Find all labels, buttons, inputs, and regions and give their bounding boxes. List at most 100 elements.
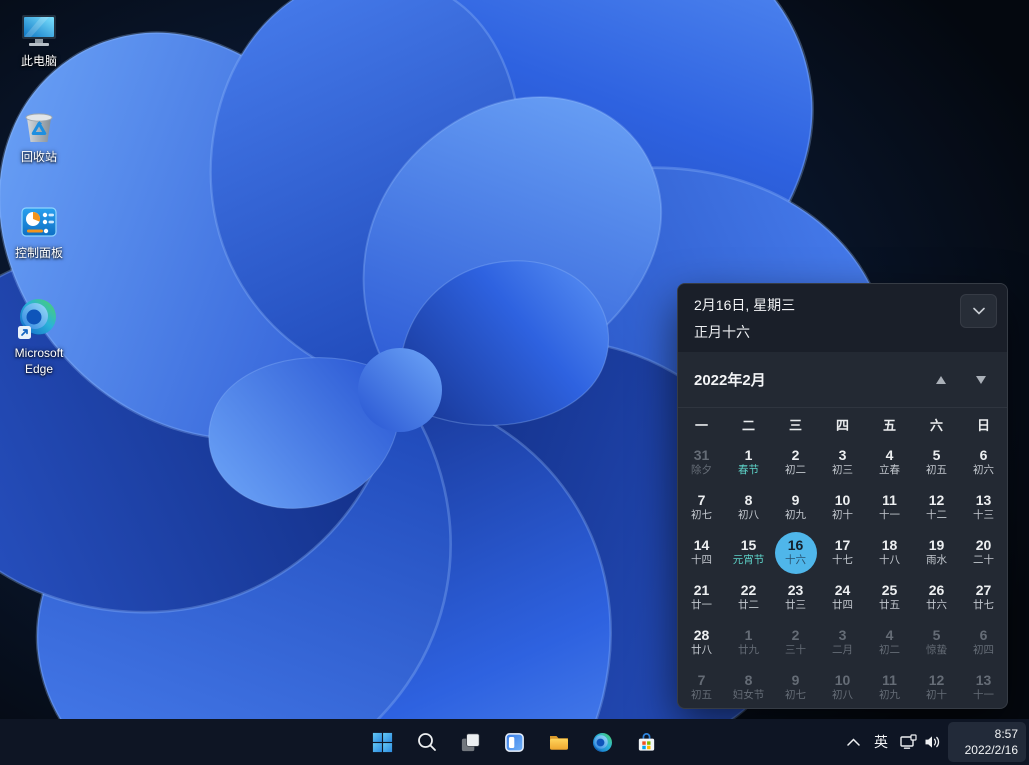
desktop-icon-this-pc[interactable]: 此电脑 — [1, 10, 77, 70]
calendar-next-month-button[interactable] — [961, 363, 1001, 397]
calendar-day-cell[interactable]: 24廿四 — [819, 575, 866, 620]
calendar-day-cell[interactable]: 10初八 — [819, 665, 866, 709]
calendar-day-cell[interactable]: 11十一 — [866, 485, 913, 530]
day-lunar-label: 初六 — [973, 464, 994, 477]
desktop-icon-control-panel[interactable]: 控制面板 — [1, 202, 77, 262]
start-button[interactable] — [363, 722, 403, 762]
triangle-down-icon — [976, 376, 986, 384]
calendar-day-cell[interactable]: 21廿一 — [678, 575, 725, 620]
day-number: 25 — [882, 583, 898, 598]
calendar-month-title: 2022年2月 — [694, 369, 921, 390]
clock-button[interactable]: 8:57 2022/2/16 — [948, 722, 1026, 762]
day-number: 5 — [933, 448, 941, 463]
calendar-day-cell[interactable]: 5惊蛰 — [913, 620, 960, 665]
calendar-day-cell[interactable]: 1春节 — [725, 440, 772, 485]
calendar-day-cell[interactable]: 12十二 — [913, 485, 960, 530]
edge-button[interactable] — [583, 722, 623, 762]
calendar-day-cell[interactable]: 23廿三 — [772, 575, 819, 620]
day-lunar-label: 三十 — [785, 644, 806, 657]
calendar-day-cell[interactable]: 27廿七 — [960, 575, 1007, 620]
calendar-day-cell[interactable]: 3二月 — [819, 620, 866, 665]
desktop-icon-microsoft-edge[interactable]: Microsoft Edge — [1, 296, 77, 377]
day-lunar-label: 初五 — [691, 689, 712, 702]
triangle-up-icon — [936, 376, 946, 384]
day-lunar-label: 初十 — [832, 509, 853, 522]
calendar-day-cell[interactable]: 6初六 — [960, 440, 1007, 485]
folder-icon — [547, 730, 571, 754]
day-lunar-label: 初九 — [879, 689, 900, 702]
day-lunar-label: 春节 — [738, 464, 759, 477]
calendar-month-nav: 2022年2月 — [678, 352, 1007, 407]
calendar-day-cell[interactable]: 8初八 — [725, 485, 772, 530]
calendar-day-cell[interactable]: 10初十 — [819, 485, 866, 530]
calendar-day-cell[interactable]: 7初五 — [678, 665, 725, 709]
calendar-day-cell[interactable]: 7初七 — [678, 485, 725, 530]
search-button[interactable] — [407, 722, 447, 762]
calendar-day-cell[interactable]: 6初四 — [960, 620, 1007, 665]
calendar-day-cell[interactable]: 17十七 — [819, 530, 866, 575]
calendar-weekday-header: 一二三四五六日 — [678, 408, 1007, 440]
calendar-day-cell[interactable]: 19雨水 — [913, 530, 960, 575]
day-number: 16 — [788, 538, 804, 553]
widgets-button[interactable] — [495, 722, 535, 762]
file-explorer-button[interactable] — [539, 722, 579, 762]
calendar-day-cell[interactable]: 13十一 — [960, 665, 1007, 709]
calendar-day-cell[interactable]: 2三十 — [772, 620, 819, 665]
taskbar: 英 8:57 2022/2/16 — [0, 719, 1029, 765]
day-number: 3 — [839, 628, 847, 643]
calendar-day-cell[interactable]: 22廿二 — [725, 575, 772, 620]
calendar-day-cell[interactable]: 4立春 — [866, 440, 913, 485]
calendar-day-cell[interactable]: 14十四 — [678, 530, 725, 575]
day-number: 13 — [976, 673, 992, 688]
calendar-day-cell[interactable]: 25廿五 — [866, 575, 913, 620]
day-number: 13 — [976, 493, 992, 508]
calendar-collapse-button[interactable] — [960, 294, 997, 328]
system-tray: 英 8:57 2022/2/16 — [839, 722, 1026, 762]
calendar-day-cell[interactable]: 12初十 — [913, 665, 960, 709]
calendar-day-cell[interactable]: 20二十 — [960, 530, 1007, 575]
recycle-bin-icon — [19, 106, 59, 146]
day-number: 28 — [694, 628, 710, 643]
day-number: 2 — [792, 628, 800, 643]
day-lunar-label: 妇女节 — [733, 689, 765, 702]
day-lunar-label: 十一 — [879, 509, 900, 522]
calendar-day-cell[interactable]: 9初九 — [772, 485, 819, 530]
calendar-day-cell[interactable]: 26廿六 — [913, 575, 960, 620]
calendar-day-cell[interactable]: 3初三 — [819, 440, 866, 485]
calendar-day-cell[interactable]: 8妇女节 — [725, 665, 772, 709]
calendar-day-cell[interactable]: 5初五 — [913, 440, 960, 485]
calendar-day-cell[interactable]: 11初九 — [866, 665, 913, 709]
day-number: 22 — [741, 583, 757, 598]
calendar-day-cell[interactable]: 28廿八 — [678, 620, 725, 665]
calendar-day-cell[interactable]: 15元宵节 — [725, 530, 772, 575]
calendar-day-cell[interactable]: 1廿九 — [725, 620, 772, 665]
day-lunar-label: 十八 — [879, 554, 900, 567]
calendar-day-cell[interactable]: 9初七 — [772, 665, 819, 709]
day-lunar-label: 初二 — [879, 644, 900, 657]
calendar-day-cell[interactable]: 16十六 — [772, 530, 819, 575]
day-number: 18 — [882, 538, 898, 553]
network-volume-button[interactable] — [895, 722, 945, 762]
calendar-day-cell[interactable]: 2初二 — [772, 440, 819, 485]
calendar-flyout: 2月16日, 星期三 正月十六 2022年2月 一二三四五六日 — [677, 283, 1008, 709]
task-view-button[interactable] — [451, 722, 491, 762]
control-panel-icon — [19, 202, 59, 242]
language-indicator[interactable]: 英 — [867, 722, 895, 762]
day-number: 9 — [792, 493, 800, 508]
calendar-day-cell[interactable]: 4初二 — [866, 620, 913, 665]
calendar-day-cell[interactable]: 18十八 — [866, 530, 913, 575]
day-lunar-label: 初七 — [691, 509, 712, 522]
day-lunar-label: 立春 — [879, 464, 900, 477]
calendar-day-cell[interactable]: 13十三 — [960, 485, 1007, 530]
day-lunar-label: 惊蛰 — [926, 644, 947, 657]
day-lunar-label: 初十 — [926, 689, 947, 702]
day-lunar-label: 廿九 — [738, 644, 759, 657]
desktop-icon-recycle-bin[interactable]: 回收站 — [1, 106, 77, 166]
hidden-icons-button[interactable] — [839, 722, 867, 762]
day-number: 17 — [835, 538, 851, 553]
calendar-prev-month-button[interactable] — [921, 363, 961, 397]
day-number: 8 — [745, 493, 753, 508]
microsoft-store-button[interactable] — [627, 722, 667, 762]
desktop-icon-label: 回收站 — [21, 150, 57, 166]
calendar-day-cell[interactable]: 31除夕 — [678, 440, 725, 485]
